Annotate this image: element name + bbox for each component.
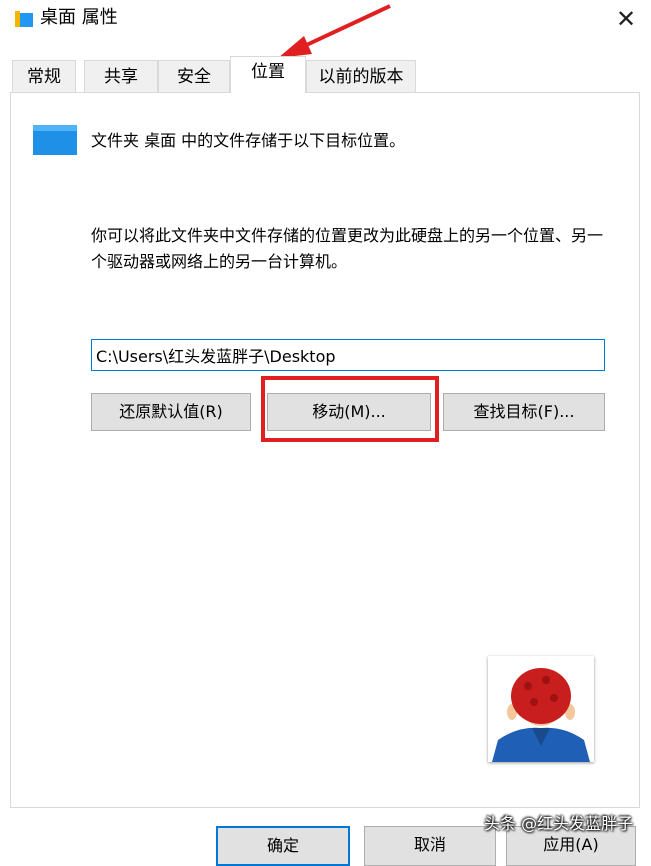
tab-label: 共享	[104, 67, 138, 87]
cancel-button[interactable]: 取消	[364, 826, 496, 866]
folder-icon	[15, 11, 33, 27]
close-icon: ✕	[615, 5, 637, 33]
tab-label: 常规	[27, 67, 61, 87]
folder-icon	[33, 125, 77, 155]
restore-default-button[interactable]: 还原默认值(R)	[91, 393, 251, 431]
location-info-text: 文件夹 桌面 中的文件存储于以下目标位置。	[91, 131, 406, 150]
tab-label: 位置	[251, 62, 285, 82]
tab-previous-versions[interactable]: 以前的版本	[306, 60, 416, 92]
tab-security[interactable]: 安全	[158, 60, 230, 92]
annotation-highlight-box	[261, 376, 439, 442]
tab-location[interactable]: 位置	[230, 56, 306, 93]
avatar	[488, 656, 594, 762]
tab-bar: 常规 共享 安全 位置 以前的版本	[12, 56, 651, 93]
tab-label: 以前的版本	[318, 67, 404, 87]
avatar-illustration	[492, 668, 590, 762]
tab-sharing[interactable]: 共享	[84, 60, 158, 92]
location-path-input[interactable]	[91, 339, 605, 371]
tab-label: 安全	[177, 67, 211, 87]
tab-general[interactable]: 常规	[12, 60, 76, 92]
ok-button[interactable]: 确定	[216, 826, 350, 866]
watermark: 头条 @红头发蓝胖子	[484, 814, 634, 833]
window-title: 桌面 属性	[40, 7, 118, 28]
close-button[interactable]: ✕	[609, 2, 643, 36]
find-target-button[interactable]: 查找目标(F)...	[443, 393, 605, 431]
location-description: 你可以将此文件夹中文件存储的位置更改为此硬盘上的另一个位置、另一个驱动器或网络上…	[91, 226, 604, 271]
